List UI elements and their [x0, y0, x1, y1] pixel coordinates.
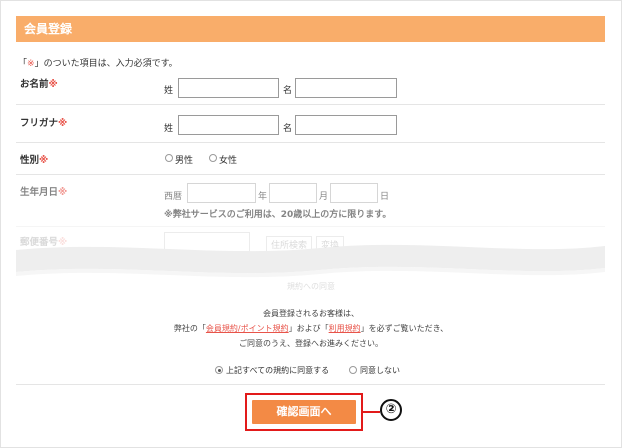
birth-day-input[interactable] — [330, 183, 378, 203]
kana-last-caption: 姓 — [164, 124, 174, 134]
faded-heading: 規約への同意 — [287, 282, 335, 291]
birthdate-label: 生年月日※ — [20, 187, 68, 198]
female-radio[interactable] — [209, 154, 217, 162]
gender-row: 性別※ 男性 女性 — [16, 142, 605, 175]
agree-radio[interactable] — [215, 366, 223, 374]
submit-highlight-box: 確認画面へ — [245, 393, 363, 431]
male-radio[interactable] — [165, 154, 173, 162]
callout-connector — [363, 411, 380, 413]
member-terms-link[interactable]: 会員規約/ポイント規約 — [206, 324, 289, 333]
day-caption: 日 — [380, 192, 390, 202]
name-row: お名前※ 姓 名 — [16, 70, 605, 105]
last-name-input[interactable] — [178, 78, 279, 98]
first-name-caption: 名 — [283, 86, 293, 96]
name-label: お名前※ — [20, 79, 58, 90]
age-warning: ※弊社サービスのご利用は、20歳以上の方に限ります。 — [164, 210, 392, 220]
furigana-row: フリガナ※ 姓 名 — [16, 104, 605, 143]
confirm-screen-button[interactable]: 確認画面へ — [252, 400, 356, 424]
birth-year-input[interactable] — [187, 183, 256, 203]
section-header: 会員登録 — [16, 16, 605, 42]
disagree-radio[interactable] — [349, 366, 357, 374]
kana-first-input[interactable] — [295, 115, 397, 135]
step-callout-badge: ② — [380, 399, 402, 421]
section-divider — [16, 384, 605, 385]
kana-last-input[interactable] — [178, 115, 279, 135]
terms-line-2: 弊社の「会員規約/ポイント規約」および「利用規約」を必ずご覧いただき、 — [173, 324, 449, 333]
terms-line-1: 会員登録されるお客様は、 — [263, 309, 359, 318]
month-caption: 月 — [319, 192, 329, 202]
year-caption: 年 — [258, 192, 268, 202]
male-label: 男性 — [175, 156, 194, 166]
furigana-label: フリガナ※ — [20, 118, 68, 129]
female-label: 女性 — [219, 156, 238, 166]
birth-month-input[interactable] — [269, 183, 317, 203]
last-name-caption: 姓 — [164, 86, 174, 96]
gender-label: 性別※ — [20, 155, 49, 166]
disagree-label: 同意しない — [360, 366, 400, 375]
era-caption: 西暦 — [164, 192, 183, 202]
agree-label: 上記すべての規約に同意する — [226, 366, 330, 375]
birthdate-row: 生年月日※ 西暦 年 月 日 ※弊社サービスのご利用は、20歳以上の方に限ります… — [16, 174, 605, 227]
usage-terms-link[interactable]: 利用規約 — [329, 324, 361, 333]
kana-first-caption: 名 — [283, 124, 293, 134]
first-name-input[interactable] — [295, 78, 397, 98]
terms-line-3: ご同意のうえ、登録へお進みください。 — [239, 339, 383, 348]
required-note: 「※」のついた項目は、入力必須です。 — [18, 59, 178, 69]
